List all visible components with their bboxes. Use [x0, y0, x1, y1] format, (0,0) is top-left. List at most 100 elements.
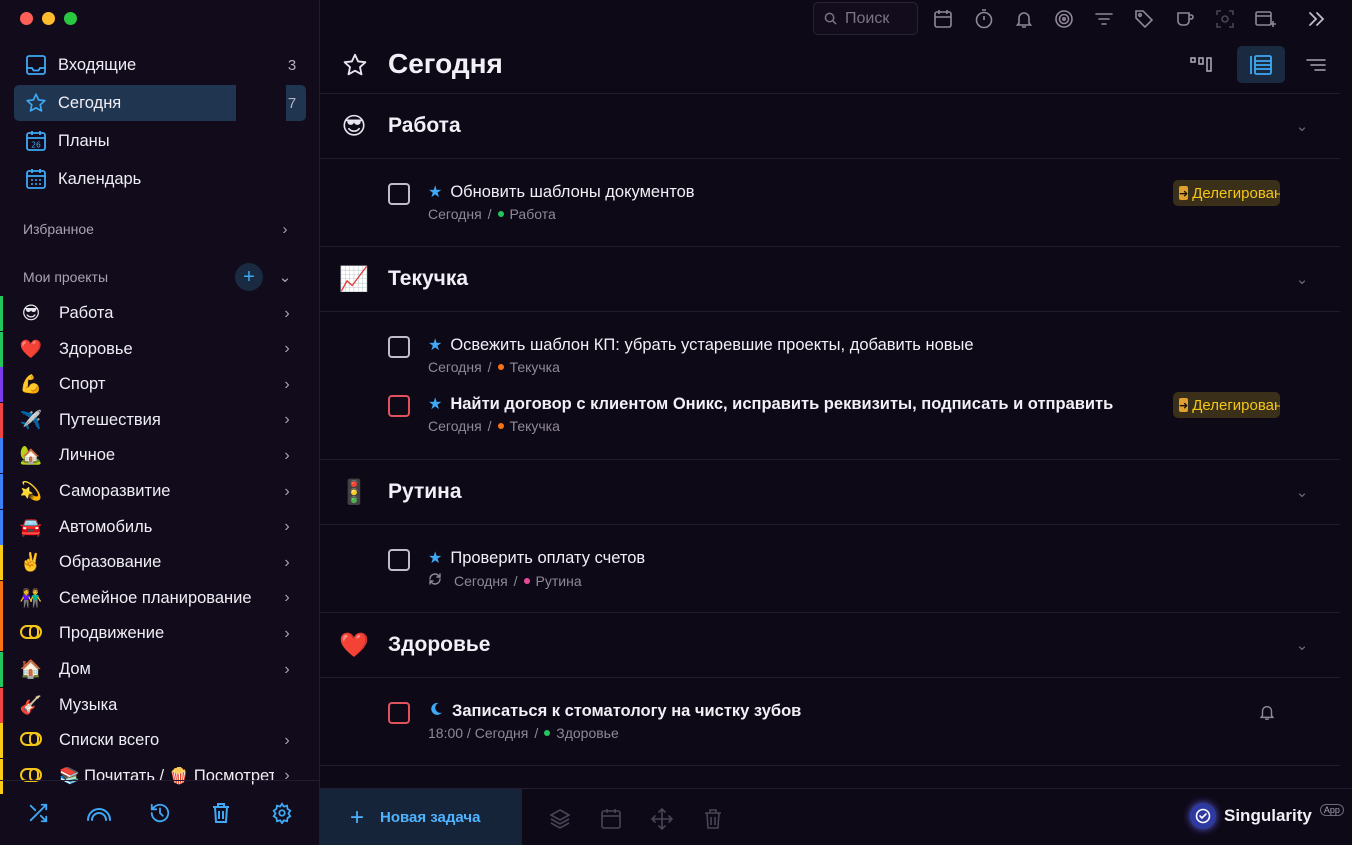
- chevron-right-icon[interactable]: ›: [274, 376, 300, 394]
- sidebar: Входящие 3 Сегодня 7 26 Планы Календарь …: [0, 0, 320, 845]
- project-item[interactable]: 👫 Семейное планирование ›: [0, 580, 300, 616]
- task-checkbox[interactable]: [388, 336, 410, 358]
- settings-gear-icon[interactable]: [262, 793, 302, 833]
- chevron-down-icon[interactable]: ⌄: [1264, 270, 1340, 288]
- search-input[interactable]: Поиск: [813, 2, 918, 35]
- tag-icon[interactable]: [1132, 7, 1156, 31]
- board-view-button[interactable]: [1178, 46, 1226, 83]
- project-emoji: 😎: [21, 303, 41, 323]
- group-header[interactable]: 🚦 Рутина ⌄: [320, 460, 1340, 525]
- calendar-icon[interactable]: [599, 807, 623, 831]
- task-row[interactable]: ★ Обновить шаблоны документов Сегодня / Раб…: [388, 178, 1288, 226]
- project-item[interactable]: Продвижение ›: [0, 616, 300, 652]
- rainbow-icon[interactable]: [79, 793, 119, 833]
- project-item[interactable]: ❤️ Здоровье ›: [0, 331, 300, 367]
- nav-label: Планы: [58, 131, 110, 150]
- task-checkbox[interactable]: [388, 395, 410, 417]
- chevron-right-icon[interactable]: ›: [274, 340, 300, 358]
- group-header[interactable]: 📈 Текучка ⌄: [320, 247, 1340, 312]
- star-icon: [14, 92, 58, 114]
- chevron-right-icon[interactable]: ›: [274, 589, 300, 607]
- favorites-section[interactable]: Избранное ›: [23, 218, 293, 240]
- chevron-right-icon[interactable]: ›: [274, 305, 300, 323]
- chevron-right-icon[interactable]: ›: [274, 625, 300, 643]
- project-item[interactable]: 🎸 Музыка: [0, 687, 300, 723]
- chevron-down-icon[interactable]: ⌄: [1264, 483, 1340, 501]
- minimize-window-button[interactable]: [42, 12, 55, 25]
- expand-double-chevron-icon[interactable]: [1304, 7, 1328, 31]
- chevron-right-icon[interactable]: ›: [274, 518, 300, 536]
- group-header[interactable]: ❤️ Здоровье ⌄: [320, 613, 1340, 678]
- chevron-right-icon[interactable]: ›: [274, 661, 300, 679]
- new-task-button[interactable]: + Новая задача: [320, 789, 522, 845]
- delegated-badge[interactable]: ➜Делегировано: [1173, 180, 1280, 206]
- chevron-right-icon[interactable]: ›: [274, 411, 300, 429]
- coffee-cup-icon[interactable]: [1173, 7, 1197, 31]
- top-toolbar: Поиск: [320, 0, 1352, 38]
- bell-icon[interactable]: [1012, 7, 1036, 31]
- task-row[interactable]: Записаться к стоматологу на чистку зубов…: [388, 697, 1288, 745]
- project-item[interactable]: Списки всего ›: [0, 723, 300, 759]
- chevron-down-icon[interactable]: ⌄: [277, 268, 293, 286]
- sort-icon[interactable]: [1292, 46, 1340, 83]
- task-checkbox[interactable]: [388, 702, 410, 724]
- nav-item-inbox[interactable]: Входящие 3: [14, 47, 306, 83]
- move-icon[interactable]: [650, 807, 674, 831]
- chevron-right-icon[interactable]: ›: [274, 483, 300, 501]
- close-window-button[interactable]: [20, 12, 33, 25]
- project-label: Саморазвитие: [59, 482, 171, 500]
- project-emoji: ✌️: [19, 552, 43, 573]
- project-label: Музыка: [59, 695, 118, 714]
- project-item[interactable]: ✌️ Образование ›: [0, 545, 300, 581]
- project-item[interactable]: 💫 Саморазвитие ›: [0, 474, 300, 509]
- new-task-label: Новая задача: [380, 809, 481, 826]
- arrow-right-icon: ➜: [1179, 398, 1189, 412]
- project-item[interactable]: 🏡 Личное ›: [0, 438, 300, 474]
- reminder-bell-icon[interactable]: [1258, 703, 1276, 726]
- nav-item-plans[interactable]: 26 Планы: [14, 123, 306, 159]
- calendar-icon[interactable]: [931, 7, 955, 31]
- project-emoji: [3, 730, 59, 751]
- star-outline-icon: [342, 52, 368, 83]
- layers-icon[interactable]: [548, 807, 572, 831]
- inbox-icon: [14, 54, 58, 76]
- filter-icon[interactable]: [1092, 7, 1116, 31]
- focus-target-icon[interactable]: [1052, 7, 1076, 31]
- page-title: Сегодня: [388, 48, 503, 79]
- moon-icon: [428, 701, 444, 722]
- scan-icon[interactable]: [1213, 7, 1237, 31]
- task-checkbox[interactable]: [388, 549, 410, 571]
- nav-item-today[interactable]: Сегодня 7: [14, 85, 306, 121]
- project-label: Списки всего: [59, 731, 160, 750]
- delegated-badge[interactable]: ➜Делегировано: [1173, 392, 1280, 418]
- chevron-down-icon[interactable]: ⌄: [1264, 636, 1340, 654]
- project-item[interactable]: 😎 Работа ›: [0, 296, 300, 331]
- nav-item-calendar[interactable]: Календарь: [14, 161, 306, 197]
- add-window-icon[interactable]: [1253, 7, 1277, 31]
- chevron-right-icon[interactable]: ›: [274, 732, 300, 750]
- shuffle-icon[interactable]: [18, 793, 58, 833]
- project-item[interactable]: ✈️ Путешествия ›: [0, 402, 300, 438]
- task-list: 😎 Работа ⌄ ★ Обновить шаблоны документов …: [320, 94, 1340, 788]
- trash-icon[interactable]: [201, 793, 241, 833]
- chevron-down-icon[interactable]: ⌄: [1264, 117, 1340, 135]
- chevron-right-icon[interactable]: ›: [274, 447, 300, 465]
- project-item[interactable]: 🚘 Автомобиль ›: [0, 509, 300, 545]
- maximize-window-button[interactable]: [64, 12, 77, 25]
- project-label: Семейное планирование: [59, 588, 252, 607]
- chevron-right-icon[interactable]: ›: [274, 554, 300, 572]
- history-icon[interactable]: [140, 793, 180, 833]
- trash-icon[interactable]: [701, 807, 725, 831]
- task-row[interactable]: ★ Освежить шаблон КП: убрать устаревшие п…: [388, 331, 1288, 379]
- task-date: Сегодня: [428, 418, 482, 434]
- task-row[interactable]: ★ Найти договор с клиентом Оникс, исправи…: [388, 390, 1288, 438]
- svg-text:26: 26: [31, 141, 41, 150]
- add-project-button[interactable]: +: [235, 263, 263, 291]
- task-checkbox[interactable]: [388, 183, 410, 205]
- task-row[interactable]: ★ Проверить оплату счетов Сегодня / Рутина: [388, 544, 1288, 592]
- timer-icon[interactable]: [972, 7, 996, 31]
- project-item[interactable]: 🏠 Дом ›: [0, 652, 300, 687]
- project-item[interactable]: 💪 Спорт ›: [0, 367, 300, 403]
- group-header[interactable]: 😎 Работа ⌄: [320, 94, 1340, 159]
- list-view-button[interactable]: [1237, 46, 1285, 83]
